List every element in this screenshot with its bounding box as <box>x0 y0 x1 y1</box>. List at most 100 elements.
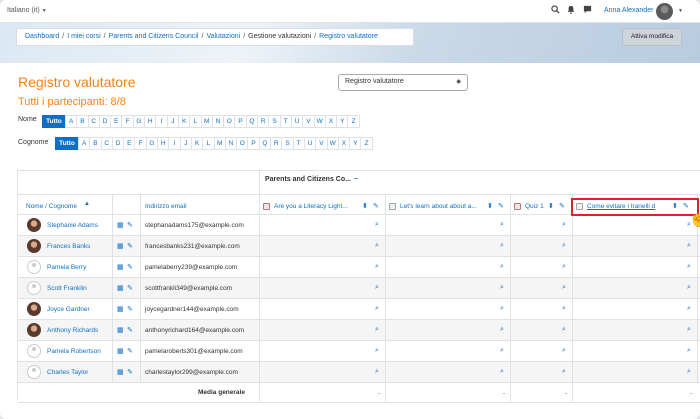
last-name-filter-all[interactable]: Tutto <box>55 137 79 150</box>
grade-analysis-icon[interactable]: ⌕ <box>562 284 566 292</box>
grade-analysis-icon[interactable]: ⌕ <box>687 347 691 355</box>
grade-analysis-icon[interactable]: ⌕ <box>375 221 379 229</box>
grader-table: Parents and Citizens Co... − Nome / Cogno… <box>17 170 700 403</box>
grade-analysis-icon[interactable]: ⌕ <box>562 326 566 334</box>
grade-analysis-icon[interactable]: ⌕ <box>375 347 379 355</box>
sort-icon[interactable]: ⬍ <box>487 202 493 210</box>
edit-pencil-icon[interactable]: ✎ <box>127 284 133 292</box>
grade-analysis-icon[interactable]: ⌕ <box>687 242 691 250</box>
chevron-down-icon[interactable]: ▼ <box>678 8 683 14</box>
edit-pencil-icon[interactable]: ✎ <box>373 202 379 210</box>
grade-analysis-icon[interactable]: ⌕ <box>500 221 504 229</box>
breadcrumb-course[interactable]: Parents and Citizens Council <box>109 33 199 40</box>
grade-analysis-icon[interactable]: ⌕ <box>375 326 379 334</box>
breadcrumb-dashboard[interactable]: Dashboard <box>25 33 59 40</box>
user-name[interactable]: Anna Alexander <box>604 7 653 14</box>
edit-pencil-icon[interactable]: ✎ <box>127 305 133 313</box>
language-menu[interactable]: Italiano (it) ▼ <box>7 7 47 14</box>
edit-pencil-icon[interactable]: ✎ <box>559 202 565 210</box>
edit-pencil-icon[interactable]: ✎ <box>127 263 133 271</box>
edit-pencil-icon[interactable]: ✎ <box>127 242 133 250</box>
single-view-icon[interactable]: ▦ <box>117 368 124 376</box>
grade-analysis-icon[interactable]: ⌕ <box>500 326 504 334</box>
edit-pencil-icon[interactable]: ✎ <box>127 326 133 334</box>
grade-analysis-icon[interactable]: ⌕ <box>562 221 566 229</box>
grade-analysis-icon[interactable]: ⌕ <box>500 284 504 292</box>
avatar[interactable] <box>27 260 41 274</box>
avatar[interactable] <box>27 344 41 358</box>
single-view-icon[interactable]: ▦ <box>117 347 124 355</box>
breadcrumb-grades[interactable]: Valutazioni <box>206 33 240 40</box>
single-view-icon[interactable]: ▦ <box>117 242 124 250</box>
sort-icon[interactable]: ⬍ <box>548 202 554 210</box>
student-name-link[interactable]: Anthony Richards <box>47 327 98 334</box>
grade-analysis-icon[interactable]: ⌕ <box>687 263 691 271</box>
grade-analysis-icon[interactable]: ⌕ <box>500 368 504 376</box>
avatar[interactable] <box>27 323 41 337</box>
single-view-icon[interactable]: ▦ <box>117 284 124 292</box>
chat-icon[interactable] <box>582 5 592 17</box>
single-view-icon[interactable]: ▦ <box>117 326 124 334</box>
grade-analysis-icon[interactable]: ⌕ <box>562 368 566 376</box>
bell-icon[interactable] <box>566 5 576 17</box>
student-name-link[interactable]: Joyce Gardner <box>47 306 90 313</box>
avatar[interactable] <box>27 281 41 295</box>
grade-analysis-icon[interactable]: ⌕ <box>687 368 691 376</box>
grade-analysis-icon[interactable]: ⌕ <box>562 242 566 250</box>
sort-icon[interactable]: ⬍ <box>362 202 368 210</box>
avatar[interactable] <box>27 302 41 316</box>
grade-analysis-icon[interactable]: ⌕ <box>687 326 691 334</box>
grade-analysis-icon[interactable]: ⌕ <box>687 305 691 313</box>
single-view-icon[interactable]: ▦ <box>117 305 124 313</box>
grade-analysis-icon[interactable]: ⌕ <box>562 347 566 355</box>
grade-item-link[interactable]: Come evitare i tranelli d <box>587 203 655 210</box>
edit-pencil-icon[interactable]: ✎ <box>127 368 133 376</box>
student-name-link[interactable]: Pamela Berry <box>47 264 86 271</box>
avatar[interactable] <box>27 239 41 253</box>
student-name-link[interactable]: Scott Franklin <box>47 285 87 292</box>
student-name-link[interactable]: Charles Taylor <box>47 369 88 376</box>
grade-item-link[interactable]: Let's learn about about a... <box>400 203 477 210</box>
search-icon[interactable] <box>550 5 560 17</box>
report-selector[interactable]: Registro valutatore ◆ <box>338 74 468 91</box>
turn-editing-on-button[interactable]: Attiva modifica <box>622 28 682 46</box>
edit-pencil-icon[interactable]: ✎ <box>127 347 133 355</box>
first-name-filter-letter-z[interactable]: Z <box>347 115 360 128</box>
breadcrumb-separator: / <box>201 33 204 40</box>
avatar[interactable] <box>27 218 41 232</box>
grade-analysis-icon[interactable]: ⌕ <box>687 284 691 292</box>
sort-asc-icon[interactable]: ▲ <box>84 201 90 207</box>
grade-analysis-icon[interactable]: ⌕ <box>375 242 379 250</box>
student-name-link[interactable]: Frances Banks <box>47 243 90 250</box>
average-value: - <box>565 390 568 397</box>
breadcrumb-my-courses[interactable]: I miei corsi <box>67 33 100 40</box>
grade-analysis-icon[interactable]: ⌕ <box>500 263 504 271</box>
grade-item-link[interactable]: Are you a Literacy Light... <box>274 203 348 210</box>
single-view-icon[interactable]: ▦ <box>117 263 124 271</box>
grade-analysis-icon[interactable]: ⌕ <box>375 368 379 376</box>
grade-analysis-icon[interactable]: ⌕ <box>562 263 566 271</box>
sort-by-email-link[interactable]: Indirizzo email <box>145 203 187 210</box>
grade-analysis-icon[interactable]: ⌕ <box>500 305 504 313</box>
edit-pencil-icon[interactable]: ✎ <box>498 202 504 210</box>
grade-analysis-icon[interactable]: ⌕ <box>375 305 379 313</box>
grade-analysis-icon[interactable]: ⌕ <box>375 263 379 271</box>
sort-icon[interactable]: ⬍ <box>672 202 678 210</box>
grade-analysis-icon[interactable]: ⌕ <box>500 347 504 355</box>
student-name-link[interactable]: Pamela Robertson <box>47 348 101 355</box>
sort-by-name-link[interactable]: Nome / Cognome <box>26 203 77 210</box>
collapse-category-button[interactable]: − <box>354 176 358 183</box>
grade-item-link[interactable]: Quiz 1 <box>525 203 544 210</box>
user-avatar[interactable] <box>656 3 673 20</box>
grade-analysis-icon[interactable]: ⌕ <box>500 242 504 250</box>
single-view-icon[interactable]: ▦ <box>117 221 124 229</box>
first-name-filter-all[interactable]: Tutto <box>42 115 66 128</box>
student-name-link[interactable]: Stephanie Adams <box>47 222 98 229</box>
grade-analysis-icon[interactable]: ⌕ <box>375 284 379 292</box>
edit-pencil-icon[interactable]: ✎ <box>127 221 133 229</box>
last-name-filter-letter-z[interactable]: Z <box>360 137 373 150</box>
name-cell: Joyce Gardner <box>18 299 112 319</box>
grade-analysis-icon[interactable]: ⌕ <box>562 305 566 313</box>
avatar[interactable] <box>27 365 41 379</box>
breadcrumb-grader-report[interactable]: Registro valutatore <box>319 33 378 40</box>
